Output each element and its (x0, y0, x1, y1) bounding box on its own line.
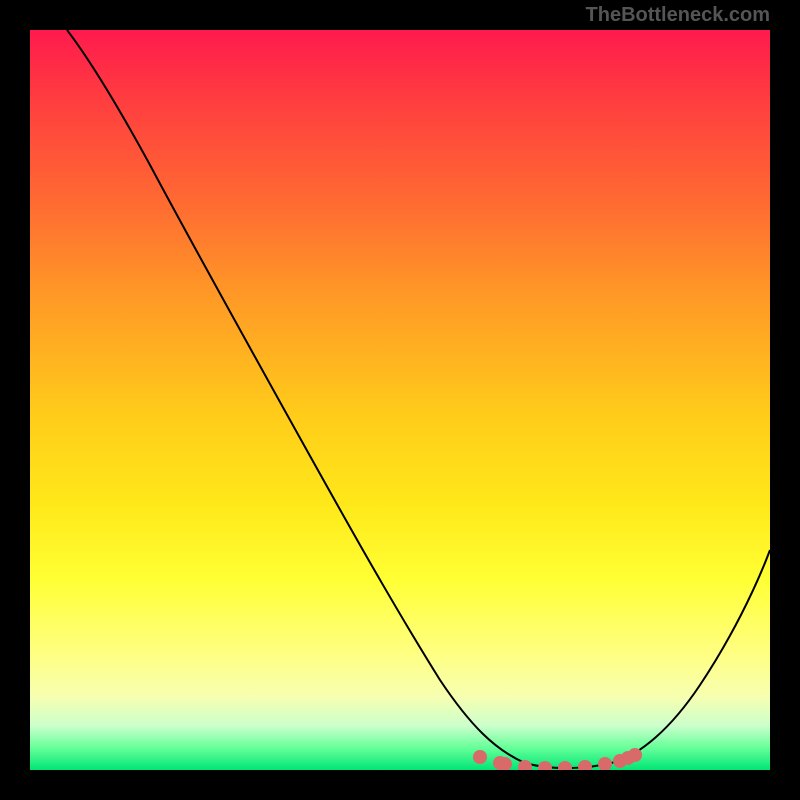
plot-area (30, 30, 770, 770)
curve-layer (30, 30, 770, 770)
watermark-text: TheBottleneck.com (586, 4, 770, 27)
chart-frame: TheBottleneck.com (0, 0, 800, 800)
bottleneck-curve-path (67, 30, 770, 768)
optimal-range-dots (473, 748, 642, 770)
